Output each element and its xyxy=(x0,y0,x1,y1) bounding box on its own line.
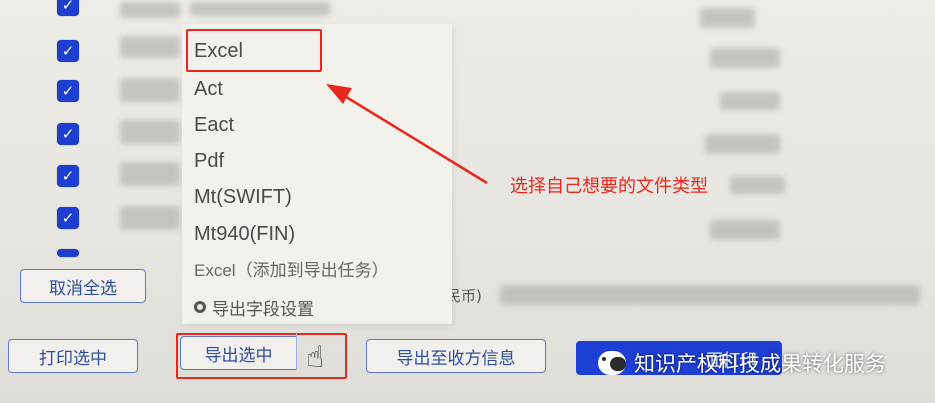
blurred-cell xyxy=(120,2,180,18)
blurred-cell xyxy=(710,220,780,240)
export-selected-button[interactable]: 导出选中 xyxy=(180,336,296,370)
row-checkbox[interactable]: ✓ xyxy=(57,165,79,187)
blurred-cell xyxy=(730,176,785,194)
blurred-cell xyxy=(120,120,180,144)
wechat-icon xyxy=(598,351,626,375)
dropdown-item-excel-task[interactable]: Excel（添加到导出任务） xyxy=(194,256,389,286)
field-setting-label: 导出字段设置 xyxy=(212,299,314,320)
blurred-cell xyxy=(700,8,755,28)
blurred-cell xyxy=(710,48,780,68)
screen: ✓ ✓ ✓ ✓ ✓ ✓ 民币) Excel Act Eact Pdf Mt(SW… xyxy=(0,0,935,403)
dropdown-item-eact[interactable]: Eact xyxy=(194,110,234,140)
gear-icon xyxy=(194,301,206,313)
field-setting-option[interactable]: 导出字段设置 xyxy=(194,294,314,320)
print-selected-button[interactable]: 打印选中 xyxy=(8,339,138,373)
blurred-summary xyxy=(500,285,920,305)
blurred-cell xyxy=(120,78,180,102)
row-checkbox[interactable]: ✓ xyxy=(57,80,79,102)
dropdown-item-pdf[interactable]: Pdf xyxy=(194,146,224,176)
blurred-cell xyxy=(120,36,180,58)
blurred-cell xyxy=(190,2,330,16)
dropdown-item-mt940-fin[interactable]: Mt940(FIN) xyxy=(194,219,295,249)
blurred-cell xyxy=(120,162,180,186)
row-checkbox[interactable]: ✓ xyxy=(57,40,79,62)
blurred-cell xyxy=(120,206,180,230)
row-checkbox[interactable]: ✓ xyxy=(57,123,79,145)
hand-cursor-icon: ☝ xyxy=(306,340,325,375)
highlight-box-excel xyxy=(186,29,322,72)
row-checkbox[interactable]: ✓ xyxy=(57,0,79,16)
watermark-text: 知识产权科技成果转化服务 xyxy=(634,352,886,376)
dropdown-item-act[interactable]: Act xyxy=(194,74,223,104)
blurred-cell xyxy=(705,134,780,154)
row-checkbox[interactable] xyxy=(57,249,79,257)
blurred-right-column xyxy=(690,0,790,260)
row-checkbox-column: ✓ ✓ ✓ ✓ ✓ ✓ xyxy=(52,0,88,262)
annotation-text: 选择自己想要的文件类型 xyxy=(510,176,708,197)
blurred-cell xyxy=(720,92,780,110)
dropdown-item-mt-swift[interactable]: Mt(SWIFT) xyxy=(194,182,292,212)
row-checkbox[interactable]: ✓ xyxy=(57,207,79,229)
deselect-all-button[interactable]: 取消全选 xyxy=(20,269,146,303)
export-to-payee-button[interactable]: 导出至收方信息 xyxy=(366,339,546,373)
watermark: 知识产权科技成果转化服务 xyxy=(598,345,886,381)
